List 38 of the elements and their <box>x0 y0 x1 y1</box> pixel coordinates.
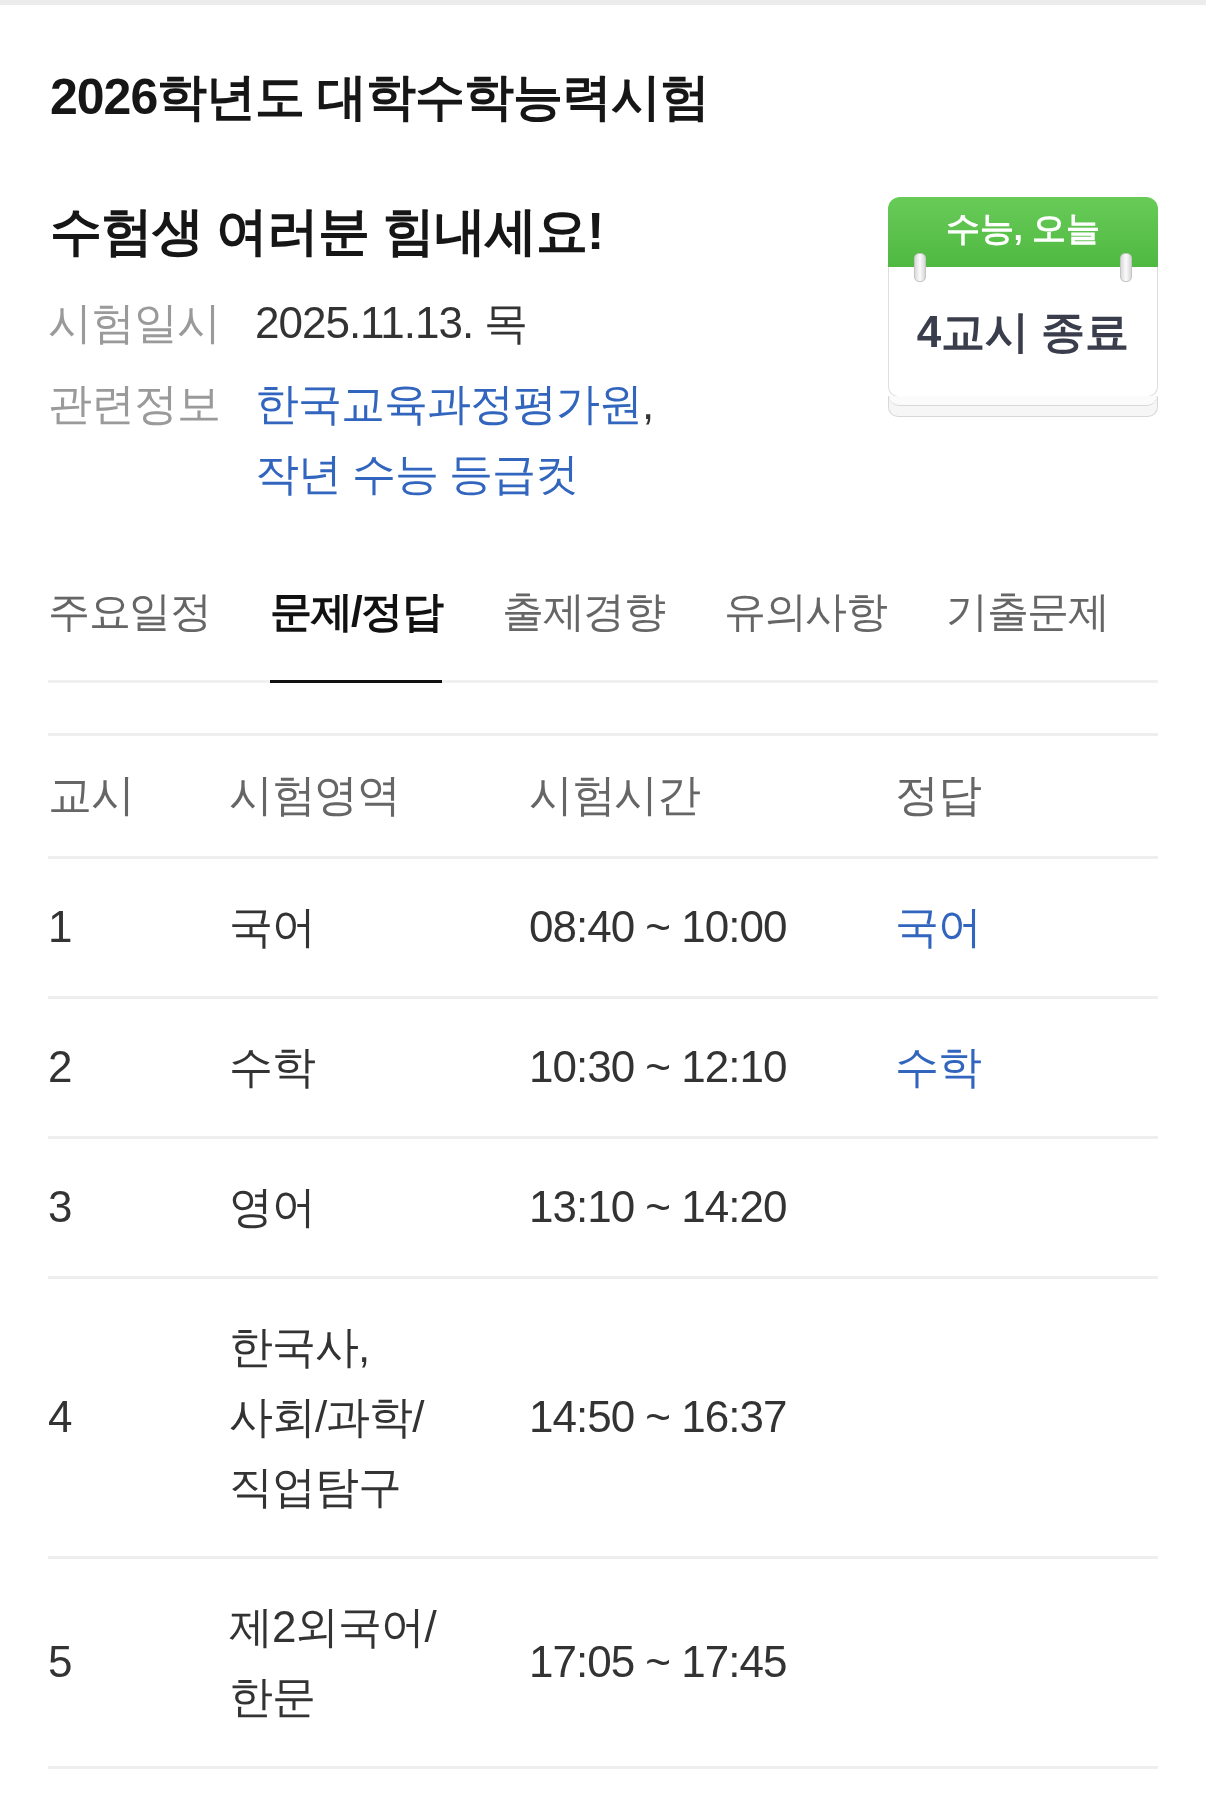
table-cell-text: 17:05 ~ 17:45 <box>529 1636 787 1688</box>
table-cell-text: 13:10 ~ 14:20 <box>529 1181 787 1233</box>
table-cell-text: 1 <box>48 901 72 953</box>
page-title: 2026학년도 대학수학능력시험 <box>50 68 710 127</box>
column-header: 시험영역 <box>229 769 399 821</box>
binder-ring-icon <box>1120 253 1132 282</box>
table-cell-text: 국어 <box>229 901 315 953</box>
calendar-page: 4교시 종료 <box>888 267 1158 397</box>
table-cell-text: 수학 <box>229 1041 315 1093</box>
table-cell-text: 5 <box>48 1636 72 1688</box>
separator-text: , <box>642 379 654 428</box>
column-header: 정답 <box>895 769 980 821</box>
tab[interactable]: 기출문제 <box>946 577 1109 683</box>
info-value: 2025.11.13. 목 <box>255 297 528 349</box>
tab[interactable]: 주요일정 <box>48 577 210 683</box>
table-cell-text: 3 <box>48 1181 72 1233</box>
column-header: 시험시간 <box>529 769 699 821</box>
table-cell-text: 영어 <box>229 1181 315 1233</box>
table-cell-text: 2 <box>48 1041 72 1093</box>
info-label: 시험일시 <box>48 297 220 349</box>
table-cell-text: 10:30 ~ 12:10 <box>529 1041 787 1093</box>
table-cell-text: 제2외국어/한문 <box>229 1601 438 1723</box>
greeting-heading: 수험생 여러분 힘내세요! <box>50 201 604 262</box>
table-cell-text: 14:50 ~ 16:37 <box>529 1391 787 1443</box>
info-label: 관련정보 <box>48 378 220 430</box>
table-cell-text: 4 <box>48 1391 72 1443</box>
answer-link[interactable]: 수학 <box>895 1032 980 1102</box>
answer-link[interactable]: 국어 <box>895 892 980 962</box>
tab[interactable]: 출제경향 <box>502 577 665 683</box>
table-cell-text: 한국사, 사회/과학/직업탐구 <box>229 1321 426 1513</box>
binder-ring-icon <box>914 253 926 282</box>
tab[interactable]: 유의사항 <box>724 577 887 683</box>
tab[interactable]: 문제/정답 <box>270 577 443 683</box>
table-cell-text: 08:40 ~ 10:00 <box>529 901 787 953</box>
column-header: 교시 <box>48 769 133 821</box>
info-link[interactable]: 한국교육과정평가원 <box>255 369 642 439</box>
info-link[interactable]: 작년 수능 등급컷 <box>255 439 579 509</box>
calendar-header: 수능, 오늘 <box>888 197 1158 267</box>
